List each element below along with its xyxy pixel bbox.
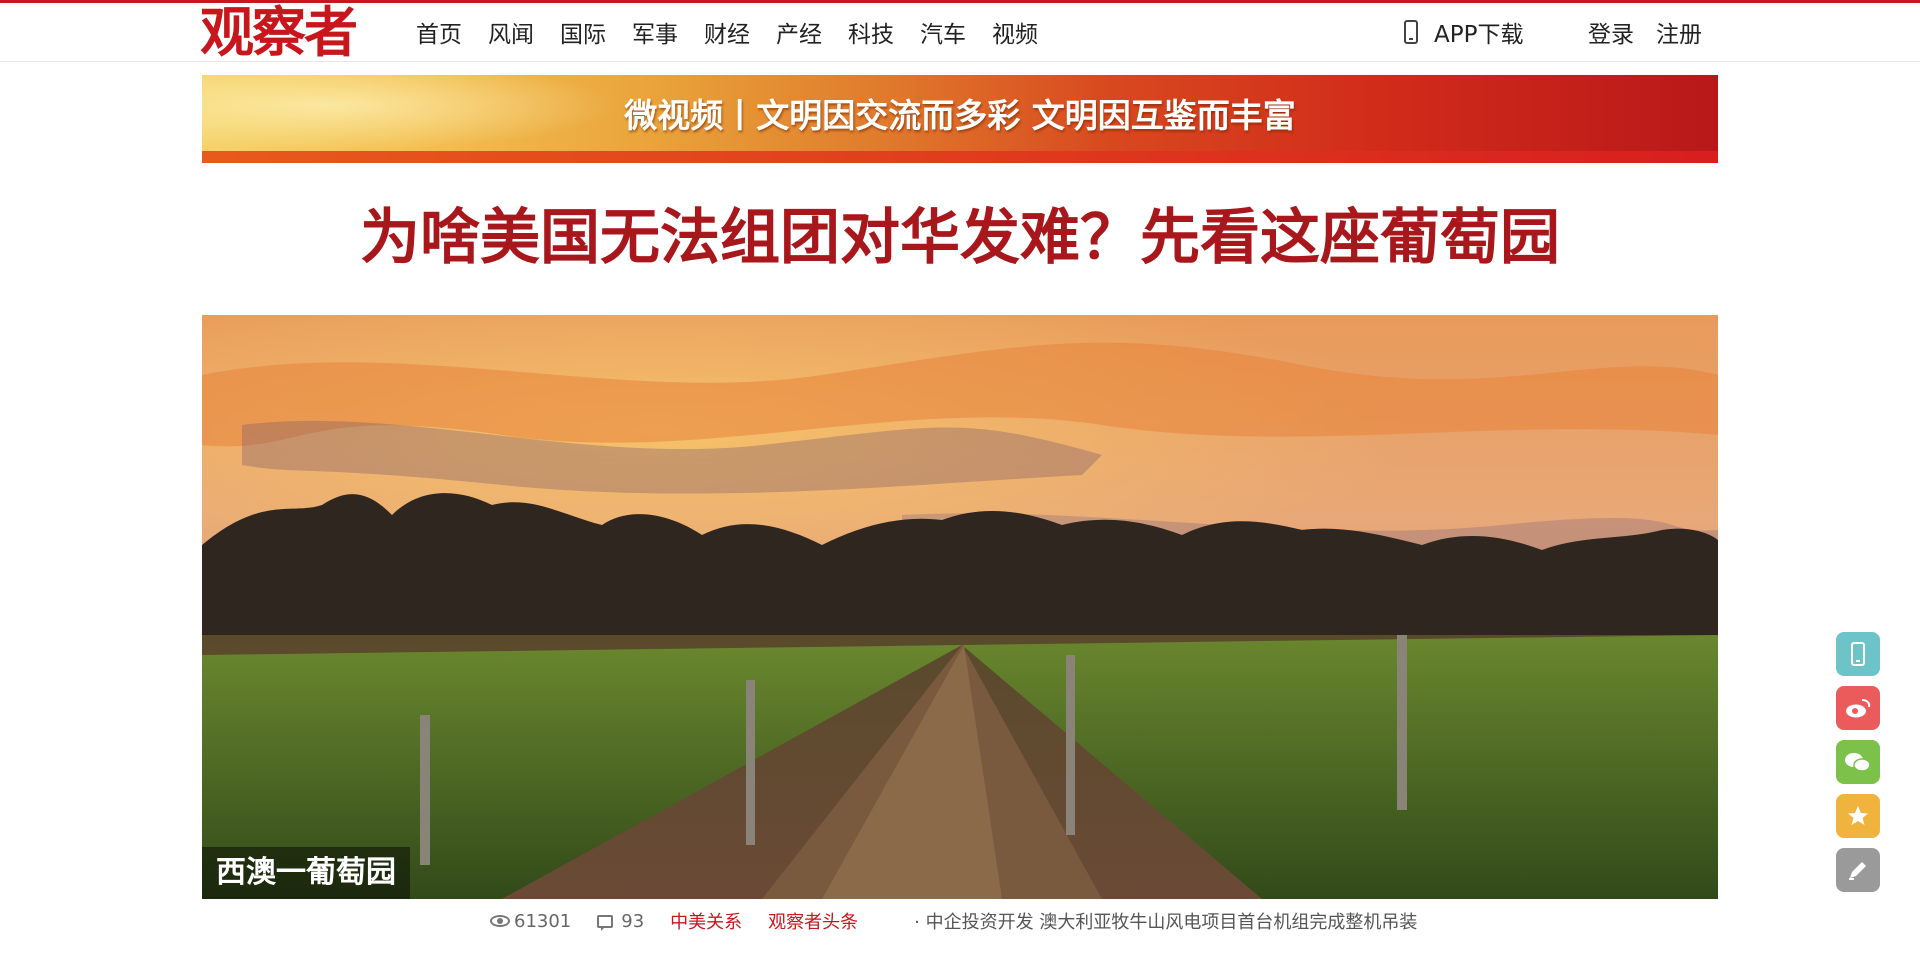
auth-links: 登录 注册 (1588, 3, 1724, 61)
weibo-icon (1846, 699, 1871, 718)
nav-item-military[interactable]: 军事 (632, 15, 678, 49)
site-logo[interactable]: 观察者 (200, 3, 358, 61)
article-title: 为啥美国无法组团对华发难？先看这座葡萄园 (360, 203, 1560, 273)
login-link[interactable]: 登录 (1588, 15, 1634, 49)
banner-text: 微视频丨文明因交流而多彩 文明因互鉴而丰富 (624, 96, 1296, 135)
share-favorite-button[interactable] (1836, 794, 1880, 838)
nav-item-video[interactable]: 视频 (992, 15, 1038, 49)
comment-icon (597, 914, 614, 931)
tag-link[interactable]: 中美关系 (670, 908, 742, 934)
related-article-link[interactable]: · 中企投资开发 澳大利亚牧牛山风电项目首台机组完成整机吊装 (914, 908, 1417, 934)
app-download-label: APP下载 (1434, 22, 1524, 48)
nav-item-home[interactable]: 首页 (416, 15, 462, 49)
star-icon (1848, 806, 1868, 825)
phone-icon (1404, 20, 1418, 44)
nav-item-fengwen[interactable]: 风闻 (488, 15, 534, 49)
eye-icon (490, 915, 510, 927)
comments-value: 93 (621, 910, 645, 932)
main-nav: 首页 风闻 国际 军事 财经 产经 科技 汽车 视频 (416, 3, 1064, 61)
nav-item-tech[interactable]: 科技 (848, 15, 894, 49)
comments-count[interactable]: 93 (597, 911, 644, 932)
views-value: 61301 (514, 910, 572, 932)
share-weibo-button[interactable] (1836, 686, 1880, 730)
article-image: 西澳一葡萄园 (202, 315, 1718, 899)
pen-icon (1849, 862, 1866, 880)
share-comment-button[interactable] (1836, 848, 1880, 892)
nav-item-international[interactable]: 国际 (560, 15, 606, 49)
promo-banner[interactable]: 微视频丨文明因交流而多彩 文明因互鉴而丰富 (202, 75, 1718, 163)
app-download-link[interactable]: APP下载 (1404, 3, 1523, 61)
nav-item-industry[interactable]: 产经 (776, 15, 822, 49)
tag-link[interactable]: 观察者头条 (768, 908, 858, 934)
nav-item-finance[interactable]: 财经 (704, 15, 750, 49)
views-count: 61301 (490, 911, 571, 932)
share-mobile-button[interactable] (1836, 632, 1880, 676)
nav-item-auto[interactable]: 汽车 (920, 15, 966, 49)
image-caption: 西澳一葡萄园 (202, 847, 410, 899)
vineyard-photo (202, 315, 1718, 899)
share-wechat-button[interactable] (1836, 740, 1880, 784)
register-link[interactable]: 注册 (1656, 15, 1702, 49)
site-header: 观察者 首页 风闻 国际 军事 财经 产经 科技 汽车 视频 APP下载 登录 … (0, 3, 1920, 62)
share-sidebar (1836, 632, 1880, 902)
mobile-icon (1851, 642, 1865, 666)
article-meta: 61301 93 中美关系 观察者头条 · 中企投资开发 澳大利亚牧牛山风电项目… (490, 904, 1417, 938)
wechat-icon (1845, 753, 1871, 772)
